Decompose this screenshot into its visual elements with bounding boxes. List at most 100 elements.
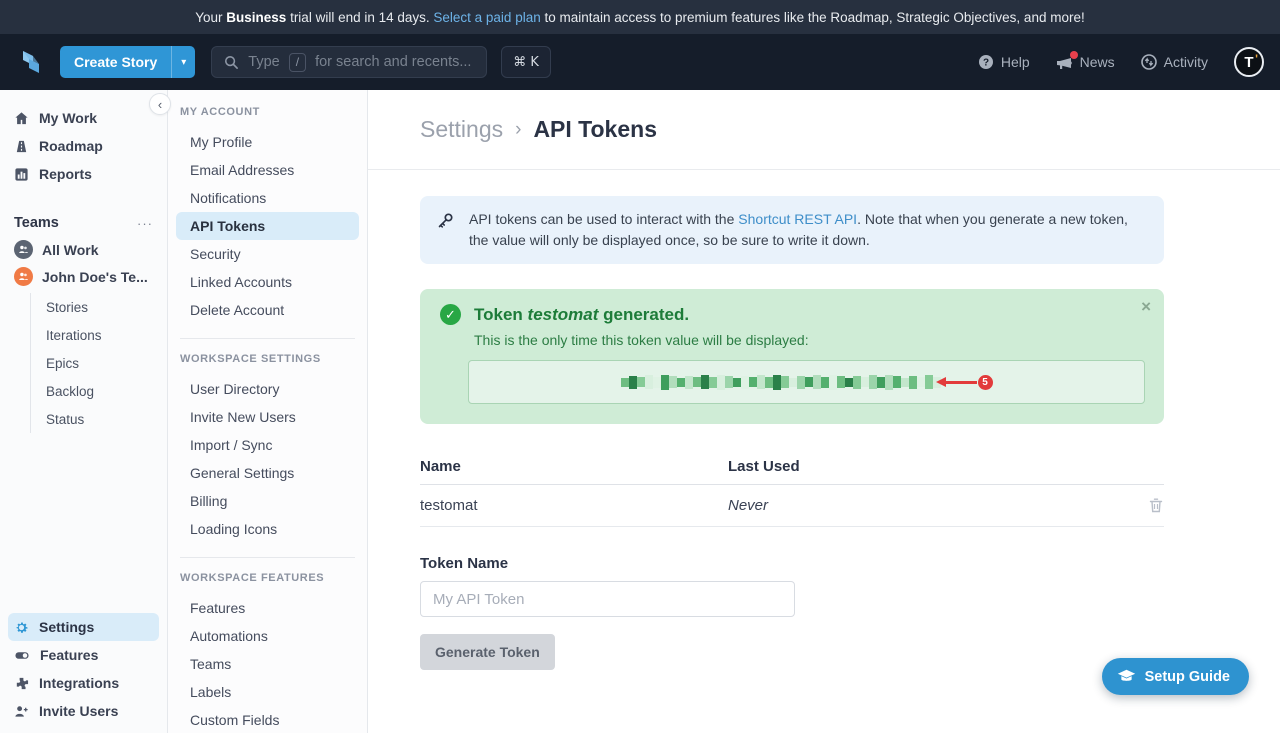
team-all-work[interactable]: All Work [0, 236, 167, 263]
home-icon [14, 111, 29, 126]
plan-name: Business [226, 10, 286, 25]
token-row-name: testomat [420, 497, 728, 514]
sidebar-item-integrations[interactable]: Integrations [0, 669, 167, 697]
slash-key-hint: / [289, 53, 306, 72]
sidebar-item-iterations[interactable]: Iterations [46, 321, 167, 349]
search-icon [224, 55, 239, 70]
chevron-left-icon: ‹ [158, 97, 162, 112]
teams-label: Teams [14, 215, 59, 231]
generate-token-button[interactable]: Generate Token [420, 634, 555, 670]
sidebar-item-status[interactable]: Status [46, 405, 167, 433]
puzzle-icon [14, 676, 29, 691]
settings-nav-teams[interactable]: Teams [168, 650, 367, 678]
settings-nav-email-addresses[interactable]: Email Addresses [168, 156, 367, 184]
people-icon [18, 244, 29, 255]
sidebar-item-invite-users[interactable]: Invite Users [0, 697, 167, 725]
teams-menu-button[interactable]: ··· [137, 216, 153, 231]
key-icon [437, 212, 454, 229]
settings-nav-delete-account[interactable]: Delete Account [168, 296, 367, 324]
table-row: testomat Never [420, 485, 1164, 527]
settings-nav-notifications[interactable]: Notifications [168, 184, 367, 212]
activity-button[interactable]: Activity [1141, 54, 1208, 70]
settings-nav-my-profile[interactable]: My Profile [168, 128, 367, 156]
token-name: testomat [528, 305, 599, 324]
toggle-icon [14, 648, 30, 663]
gear-icon [14, 620, 29, 635]
sidebar-item-epics[interactable]: Epics [46, 349, 167, 377]
settings-nav-loading-icons[interactable]: Loading Icons [168, 515, 367, 543]
create-story-caret[interactable]: ▾ [171, 46, 195, 78]
create-story-label[interactable]: Create Story [60, 46, 171, 78]
sidebar-item-roadmap[interactable]: Roadmap [0, 132, 167, 160]
settings-nav-security[interactable]: Security [168, 240, 367, 268]
settings-nav-billing[interactable]: Billing [168, 487, 367, 515]
sidebar-item-settings[interactable]: Settings [8, 613, 159, 641]
sidebar-item-features[interactable]: Features [0, 641, 167, 669]
token-name-label: Token Name [420, 555, 1280, 572]
search-input[interactable]: Type / for search and recents... [211, 46, 487, 78]
section-title-workspace-features: WORKSPACE FEATURES [168, 572, 367, 584]
token-generated-alert: × ✓ Token testomat generated. This is th… [420, 289, 1164, 424]
john-does-team-avatar [14, 267, 33, 286]
team-john-does-team[interactable]: John Doe's Te... [0, 263, 167, 290]
breadcrumb-settings[interactable]: Settings [420, 116, 503, 143]
activity-icon [1141, 54, 1157, 70]
api-tokens-info-box: API tokens can be used to interact with … [420, 196, 1164, 264]
shortcut-rest-api-link[interactable]: Shortcut REST API [738, 211, 857, 227]
token-row-last-used: Never [728, 497, 1148, 514]
help-button[interactable]: ? Help [978, 54, 1030, 70]
settings-nav-custom-fields[interactable]: Custom Fields [168, 706, 367, 733]
settings-nav-general-settings[interactable]: General Settings [168, 459, 367, 487]
divider [180, 557, 355, 558]
table-header-row: Name Last Used [420, 449, 1164, 485]
section-title-my-account: MY ACCOUNT [168, 106, 367, 118]
people-icon [18, 271, 29, 282]
red-arrow-icon [945, 381, 977, 384]
all-work-avatar [14, 240, 33, 259]
settings-nav-user-directory[interactable]: User Directory [168, 375, 367, 403]
graduation-cap-icon [1117, 669, 1136, 684]
settings-nav-api-tokens[interactable]: API Tokens [176, 212, 359, 240]
command-k-shortcut[interactable]: ⌘ K [501, 46, 551, 78]
close-icon[interactable]: × [1141, 297, 1151, 317]
svg-text:?: ? [983, 58, 989, 69]
sidebar-item-stories[interactable]: Stories [46, 293, 167, 321]
sidebar-item-my-work[interactable]: My Work [0, 104, 167, 132]
delete-token-button[interactable] [1148, 497, 1164, 514]
settings-nav-invite-new-users[interactable]: Invite New Users [168, 403, 367, 431]
token-name-input[interactable] [420, 581, 795, 617]
news-notification-dot [1070, 51, 1078, 59]
col-header-name: Name [420, 458, 728, 475]
app-header: Create Story ▾ Type / for search and rec… [0, 34, 1280, 90]
collapse-sidebar-button[interactable]: ‹ [149, 93, 171, 115]
bar-chart-icon [14, 167, 29, 182]
user-avatar[interactable]: T ' [1234, 47, 1264, 77]
info-text: API tokens can be used to interact with … [469, 209, 1147, 251]
settings-nav-labels[interactable]: Labels [168, 678, 367, 706]
alert-subtitle: This is the only time this token value w… [474, 332, 1144, 348]
settings-nav-automations[interactable]: Automations [168, 622, 367, 650]
trash-icon [1148, 497, 1164, 514]
create-token-form: Token Name Generate Token [420, 555, 1280, 670]
create-story-button[interactable]: Create Story ▾ [60, 46, 195, 78]
sidebar-item-reports[interactable]: Reports [0, 160, 167, 188]
check-circle-icon: ✓ [440, 304, 461, 325]
settings-sidebar: MY ACCOUNT My Profile Email Addresses No… [168, 90, 368, 733]
section-title-workspace-settings: WORKSPACE SETTINGS [168, 353, 367, 365]
breadcrumb-separator-icon: › [515, 119, 521, 141]
settings-nav-import-sync[interactable]: Import / Sync [168, 431, 367, 459]
tokens-table: Name Last Used testomat Never [420, 449, 1164, 527]
news-button[interactable]: News [1056, 54, 1115, 70]
token-value-redacted [621, 374, 941, 390]
annotation-badge: 5 [978, 375, 993, 390]
settings-nav-linked-accounts[interactable]: Linked Accounts [168, 268, 367, 296]
select-paid-plan-link[interactable]: Select a paid plan [433, 10, 540, 25]
settings-nav-features[interactable]: Features [168, 594, 367, 622]
alert-title: Token testomat generated. [474, 305, 689, 325]
setup-guide-button[interactable]: Setup Guide [1102, 658, 1249, 695]
token-value-box: 5 [468, 360, 1145, 404]
search-placeholder-pre: Type [248, 54, 279, 70]
search-placeholder-post: for search and recents... [315, 54, 471, 70]
sidebar-item-backlog[interactable]: Backlog [46, 377, 167, 405]
shortcut-logo-icon[interactable] [16, 47, 46, 77]
